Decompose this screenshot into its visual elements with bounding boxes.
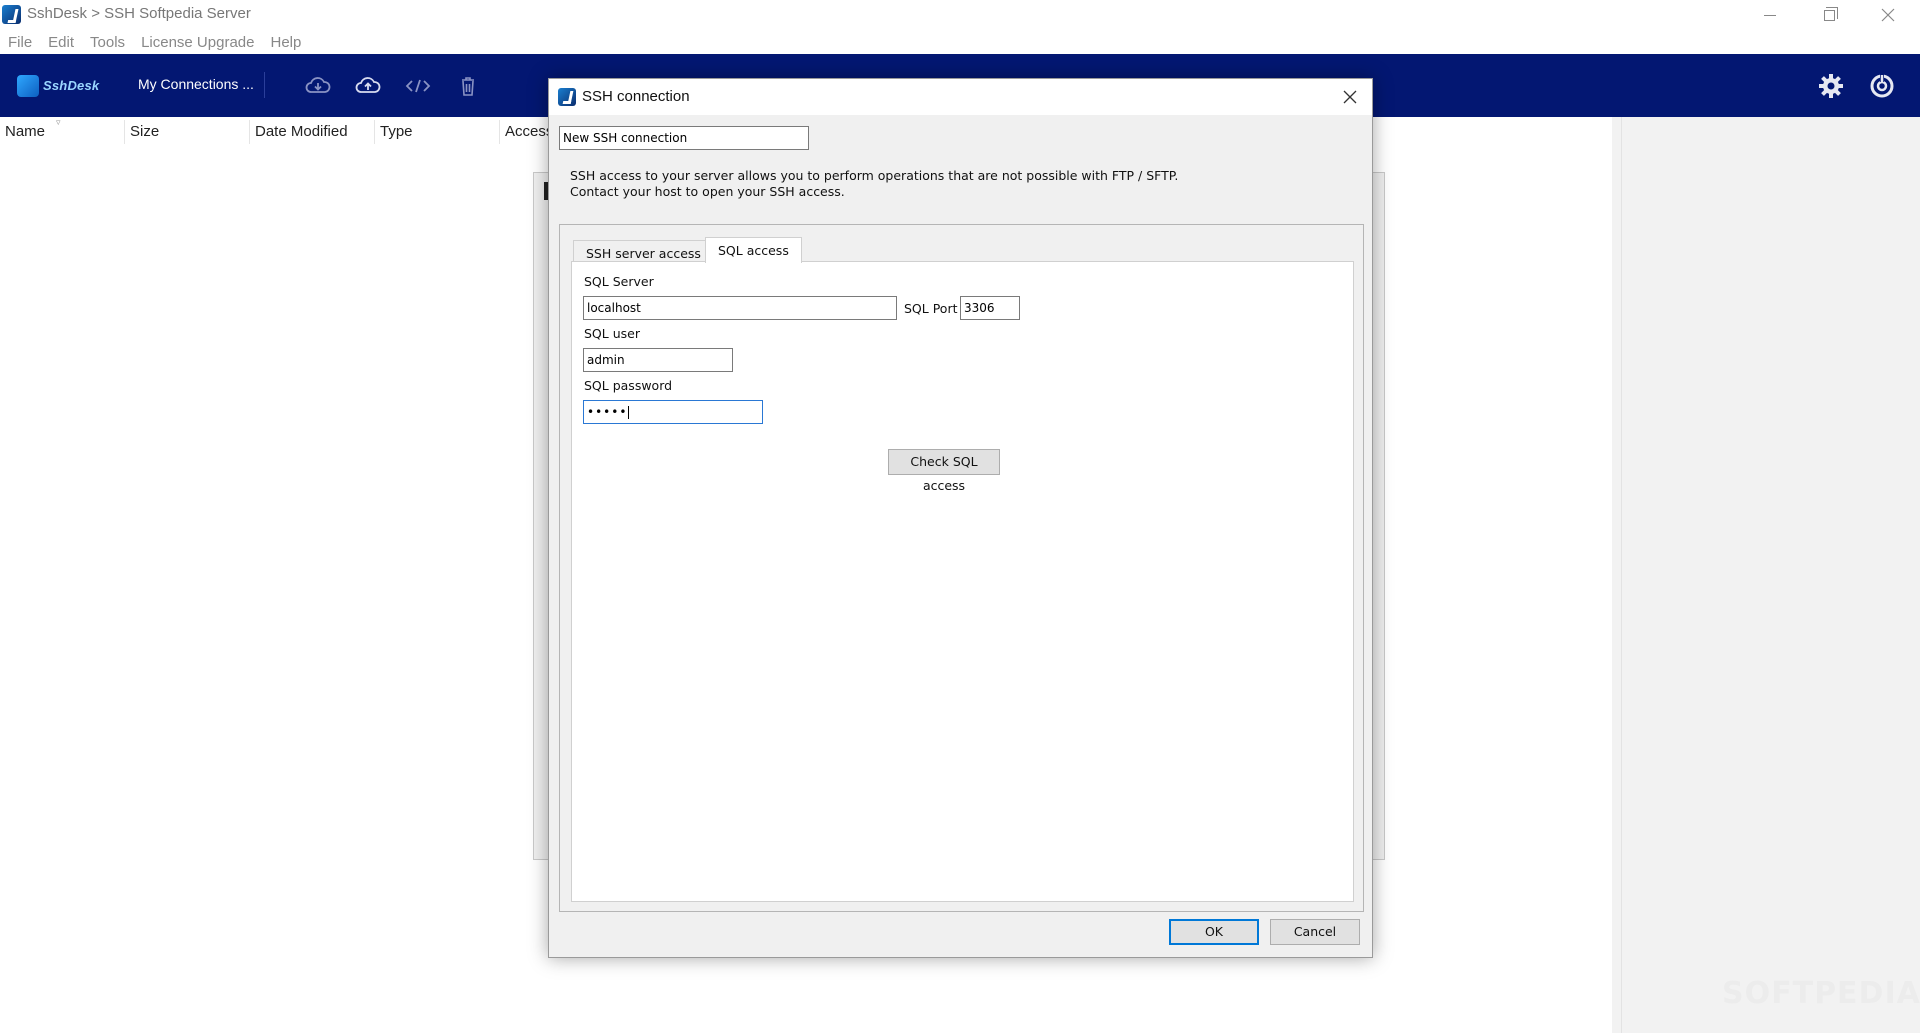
file-list-header: ▿ Name Size Date Modified Type Access xyxy=(0,117,560,147)
menu-bar: File Edit Tools License Upgrade Help xyxy=(0,30,1920,54)
my-connections-button[interactable]: My Connections ... xyxy=(128,72,265,98)
ok-button[interactable]: OK xyxy=(1169,919,1259,945)
ssh-connection-dialog: SSH connection New SSH connection SSH ac… xyxy=(548,78,1373,958)
menu-file[interactable]: File xyxy=(0,30,40,54)
sql-server-input[interactable]: localhost xyxy=(583,296,897,320)
power-icon[interactable] xyxy=(1867,71,1897,101)
cancel-button[interactable]: Cancel xyxy=(1270,919,1360,945)
column-access[interactable]: Access xyxy=(505,123,553,140)
sql-user-input[interactable]: admin xyxy=(583,348,733,372)
settings-group-box: SSH server access SQL access SQL Server … xyxy=(559,224,1364,912)
info-line-2: Contact your host to open your SSH acces… xyxy=(570,184,845,199)
column-size[interactable]: Size xyxy=(130,123,159,140)
gear-icon[interactable] xyxy=(1816,71,1846,101)
logo-mark-icon xyxy=(17,75,39,97)
minimize-button[interactable] xyxy=(1741,0,1799,30)
sql-password-mask: ••••• xyxy=(587,405,628,419)
menu-help[interactable]: Help xyxy=(262,30,309,54)
dialog-close-button[interactable] xyxy=(1335,83,1365,111)
app-logo-icon xyxy=(2,5,21,24)
close-icon xyxy=(1881,8,1895,22)
trash-icon[interactable] xyxy=(453,74,483,98)
info-line-1: SSH access to your server allows you to … xyxy=(570,168,1179,183)
column-date-modified[interactable]: Date Modified xyxy=(255,123,348,140)
ssh-info-text: SSH access to your server allows you to … xyxy=(570,168,1178,200)
sql-server-label: SQL Server xyxy=(584,274,654,289)
sql-access-tab-page: SQL Server localhost SQL Port 3306 SQL u… xyxy=(571,261,1354,902)
download-icon[interactable] xyxy=(303,74,333,98)
upload-icon[interactable] xyxy=(353,74,383,98)
sql-port-label: SQL Port xyxy=(904,301,958,316)
sql-user-label: SQL user xyxy=(584,326,640,341)
tab-ssh-server-access[interactable]: SSH server access xyxy=(573,240,714,262)
sql-port-input[interactable]: 3306 xyxy=(960,296,1020,320)
sort-chevron-icon: ▿ xyxy=(56,117,61,127)
dialog-title: SSH connection xyxy=(582,88,690,105)
restore-button[interactable] xyxy=(1800,0,1858,30)
minimize-icon xyxy=(1764,14,1776,16)
menu-edit[interactable]: Edit xyxy=(40,30,82,54)
column-divider[interactable] xyxy=(374,120,375,144)
dialog-app-icon xyxy=(558,88,576,106)
close-window-button[interactable] xyxy=(1859,0,1917,30)
code-icon[interactable] xyxy=(403,74,433,98)
panel-splitter[interactable] xyxy=(1612,117,1622,1033)
dialog-titlebar: SSH connection xyxy=(549,79,1372,115)
text-caret xyxy=(628,406,630,419)
menu-license-upgrade[interactable]: License Upgrade xyxy=(133,30,262,54)
window-title: SshDesk > SSH Softpedia Server xyxy=(27,5,251,22)
sql-password-label: SQL password xyxy=(584,378,673,393)
check-sql-access-button[interactable]: Check SQL access xyxy=(888,449,1000,493)
column-divider[interactable] xyxy=(499,120,500,144)
restore-icon xyxy=(1823,6,1838,21)
menu-tools[interactable]: Tools xyxy=(82,30,133,54)
logo-text: SshDesk xyxy=(43,78,100,93)
column-name[interactable]: Name xyxy=(5,123,45,140)
tab-sql-access[interactable]: SQL access xyxy=(705,237,802,263)
connection-name-input[interactable]: New SSH connection xyxy=(559,126,809,150)
sshdesk-logo: SshDesk xyxy=(17,74,117,98)
column-divider[interactable] xyxy=(249,120,250,144)
close-icon xyxy=(1343,90,1357,104)
right-side-pane xyxy=(1622,117,1920,1033)
window-titlebar: SshDesk > SSH Softpedia Server xyxy=(0,0,1920,30)
column-type[interactable]: Type xyxy=(380,123,413,140)
softpedia-watermark: SOFTPEDIA xyxy=(1722,976,1920,1011)
sql-password-input[interactable]: ••••• xyxy=(583,400,763,424)
column-divider[interactable] xyxy=(124,120,125,144)
